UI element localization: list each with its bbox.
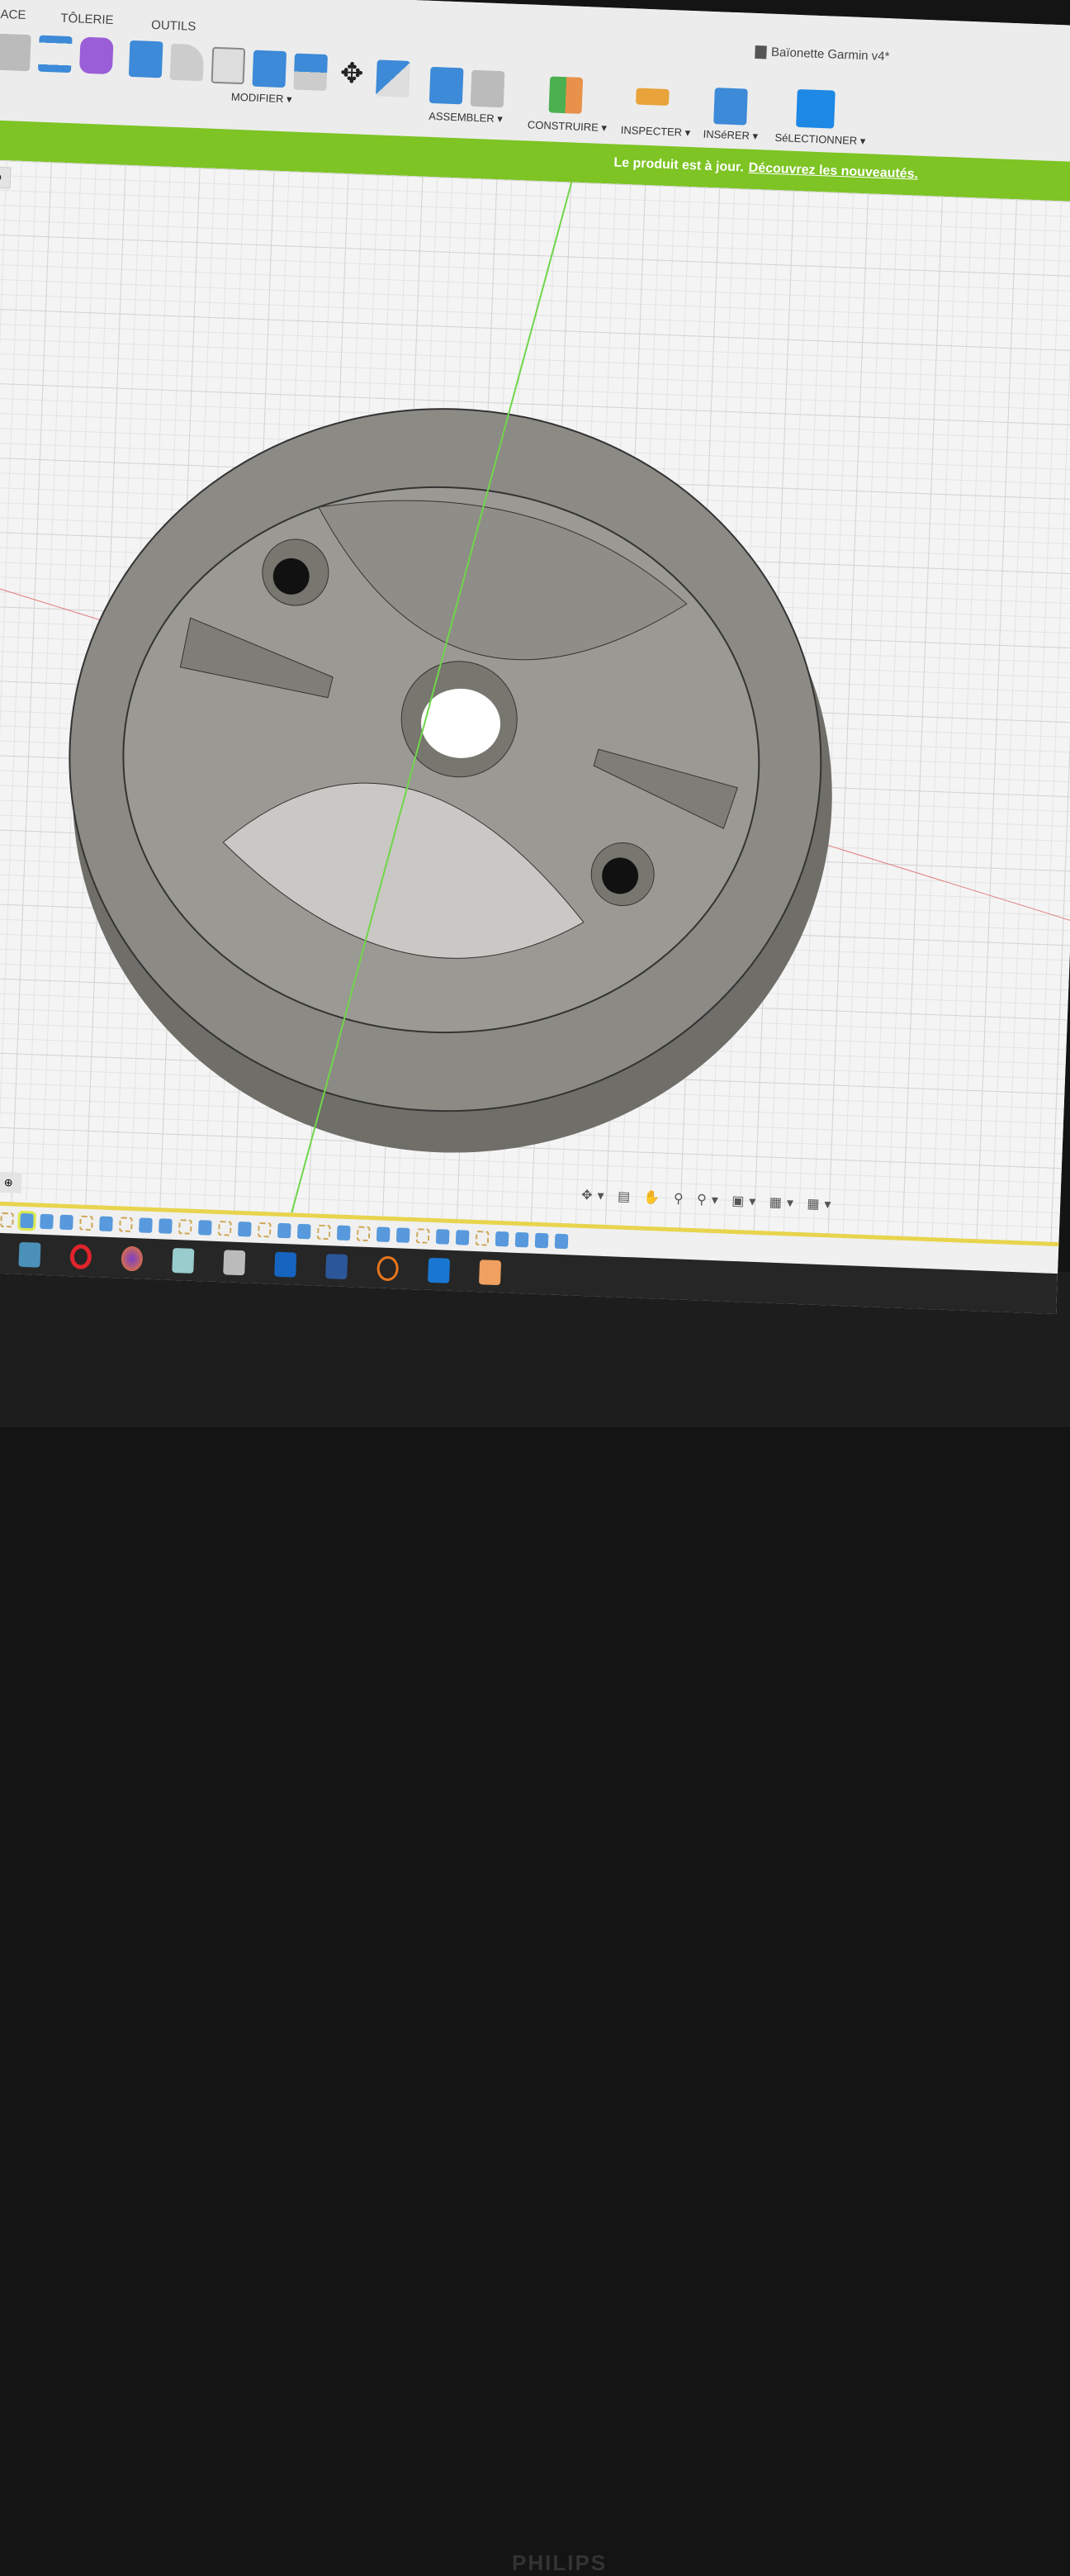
inspect-menu[interactable]: INSPECTER ▾: [620, 124, 690, 140]
insert-menu[interactable]: INSéRER ▾: [703, 128, 758, 144]
timeline-feature-icon[interactable]: [534, 1232, 549, 1249]
timeline-feature-icon[interactable]: [139, 1217, 153, 1233]
document-title: Baïonette Garmin v4*: [754, 45, 890, 64]
create-form-icon[interactable]: [78, 36, 114, 75]
timeline-feature-icon[interactable]: [159, 1218, 173, 1234]
timeline-sketch-icon[interactable]: [415, 1228, 430, 1244]
timeline-sketch-icon[interactable]: [257, 1222, 272, 1238]
insert-image-icon[interactable]: [713, 88, 748, 126]
app-icon[interactable]: [172, 1247, 195, 1274]
timeline-feature-icon[interactable]: [237, 1221, 252, 1237]
timeline-sketch-icon[interactable]: [79, 1215, 93, 1231]
press-pull-icon[interactable]: [128, 40, 163, 78]
tab-surface[interactable]: ACE: [0, 7, 26, 22]
document-title-text: Baïonette Garmin v4*: [770, 45, 890, 64]
sketch-tool-icon[interactable]: [37, 35, 73, 74]
timeline-feature-icon[interactable]: [376, 1226, 391, 1243]
fusion-360-icon[interactable]: [478, 1260, 502, 1286]
construct-menu[interactable]: CONSTRUIRE ▾: [528, 118, 608, 135]
whats-new-link[interactable]: Découvrez les nouveautés.: [748, 161, 918, 182]
timeline-feature-icon[interactable]: [435, 1229, 450, 1245]
timeline-feature-icon[interactable]: [514, 1231, 529, 1248]
bayonet-part-model[interactable]: [0, 159, 1070, 1242]
paint-icon[interactable]: [223, 1250, 246, 1276]
timeline-feature-icon[interactable]: [395, 1227, 410, 1243]
timeline-feature-icon[interactable]: [336, 1225, 351, 1241]
fillet-icon[interactable]: [169, 43, 205, 82]
modify-menu[interactable]: MODIFIER ▾: [231, 91, 292, 107]
monitor-brand-logo: PHILIPS: [512, 2550, 608, 2575]
firefox-icon[interactable]: [121, 1245, 144, 1272]
shell-icon[interactable]: [211, 46, 246, 85]
chamfer-icon[interactable]: [376, 59, 410, 97]
timeline-sketch-icon[interactable]: [178, 1219, 192, 1235]
new-component-icon[interactable]: [428, 66, 464, 105]
measure-icon[interactable]: [635, 88, 670, 106]
move-icon[interactable]: ✥: [334, 56, 369, 94]
banner-message: Le produit est à jour.: [613, 155, 745, 175]
timeline-feature-icon[interactable]: [17, 1210, 36, 1231]
timeline-sketch-icon[interactable]: [356, 1226, 371, 1242]
timeline-feature-icon[interactable]: [59, 1214, 73, 1231]
tab-sheet-metal[interactable]: TÔLERIE: [60, 12, 114, 27]
timeline-feature-icon[interactable]: [40, 1213, 54, 1230]
outlook-icon[interactable]: [274, 1251, 297, 1278]
timeline-feature-icon[interactable]: [296, 1223, 311, 1240]
word-icon[interactable]: [325, 1254, 348, 1280]
assemble-menu[interactable]: ASSEMBLER ▾: [428, 110, 503, 126]
tab-tools[interactable]: OUTILS: [151, 18, 196, 34]
select-menu[interactable]: SéLECTIONNER ▾: [774, 131, 865, 148]
timeline-feature-icon[interactable]: [99, 1216, 113, 1232]
comments-panel-toggle[interactable]: ⊕: [0, 1172, 22, 1193]
fusion-window: ACE TÔLERIE OUTILS ✥ MODIFIER ▾ ASSEMBLE…: [0, 0, 1070, 1315]
3d-viewport[interactable]: ⊖ ✥▾ ▤ ✋ ⚲ ⚲▾ ▣▾ ▦▾ ▦▾ ⊕: [0, 159, 1070, 1243]
timeline-sketch-icon[interactable]: [218, 1221, 232, 1236]
joint-icon[interactable]: [470, 69, 505, 108]
combine-icon[interactable]: [252, 50, 287, 88]
calculator-icon[interactable]: [18, 1241, 41, 1268]
opera-icon[interactable]: [69, 1244, 92, 1270]
timeline-feature-icon[interactable]: [495, 1231, 509, 1247]
select-cursor-icon[interactable]: [796, 88, 836, 129]
outlook-icon-2[interactable]: [428, 1257, 451, 1283]
timeline-sketch-icon[interactable]: [316, 1224, 331, 1241]
construct-plane-icon[interactable]: [548, 76, 584, 114]
timeline-feature-icon[interactable]: [554, 1233, 569, 1250]
surface-tool-icon[interactable]: [0, 33, 31, 72]
timeline-feature-icon[interactable]: [277, 1222, 291, 1239]
component-icon: [754, 45, 767, 59]
timeline-feature-icon[interactable]: [455, 1230, 470, 1245]
recording-app-icon[interactable]: [376, 1255, 400, 1282]
timeline-sketch-icon[interactable]: [475, 1231, 490, 1246]
timeline-feature-icon[interactable]: [198, 1220, 212, 1236]
timeline-sketch-icon[interactable]: [0, 1212, 14, 1228]
timeline-sketch-icon[interactable]: [119, 1217, 133, 1233]
offset-face-icon[interactable]: [293, 53, 329, 92]
